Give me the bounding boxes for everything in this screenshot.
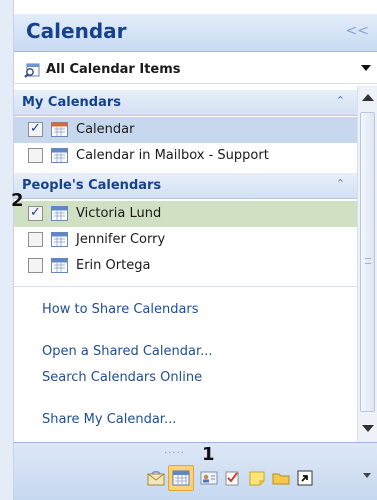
calendar-label: Calendar	[76, 122, 135, 137]
group-title: My Calendars	[22, 95, 122, 110]
left-border-strip	[0, 0, 14, 500]
chevron-down-icon[interactable]	[361, 65, 371, 71]
annotation-marker-2: 2	[11, 190, 24, 211]
annotation-marker-1: 1	[202, 444, 215, 465]
divider	[14, 286, 357, 287]
calendar-icon	[51, 122, 68, 137]
link-search-calendars-online[interactable]: Search Calendars Online	[42, 370, 202, 385]
list-item-calendar[interactable]: ✓ Calendar	[14, 117, 357, 143]
calendar-icon	[51, 258, 68, 273]
shortcuts-icon[interactable]	[294, 467, 316, 489]
group-header-peoples-calendars[interactable]: People's Calendars ⌃	[14, 173, 357, 199]
calendar-icon	[51, 148, 68, 163]
collapse-group-icon[interactable]: ⌃	[336, 94, 345, 107]
folder-icon[interactable]	[270, 467, 292, 489]
calendar-navigation-pane: Calendar << All Calendar Items My Calend…	[0, 0, 377, 500]
resize-grip[interactable]: .....	[164, 445, 185, 456]
scroll-down-icon[interactable]	[362, 425, 374, 432]
calendar-checkbox[interactable]	[28, 258, 43, 273]
calendar-icon	[51, 232, 68, 247]
calendar-checkbox[interactable]	[28, 232, 43, 247]
calendar-icon[interactable]	[168, 465, 194, 491]
link-open-shared-calendar[interactable]: Open a Shared Calendar...	[42, 344, 213, 359]
bottom-navigation-bar: .....	[14, 442, 377, 500]
calendar-label: Victoria Lund	[76, 206, 162, 221]
calendar-checkbox[interactable]: ✓	[28, 205, 43, 221]
notes-icon[interactable]	[246, 467, 268, 489]
contacts-icon[interactable]	[198, 467, 220, 489]
view-label: All Calendar Items	[46, 62, 181, 77]
view-selector[interactable]: All Calendar Items	[14, 56, 377, 84]
scroll-up-icon[interactable]	[362, 94, 374, 101]
calendar-label: Jennifer Corry	[76, 232, 166, 247]
search-calendar-icon	[24, 62, 40, 78]
list-item-jennifer-corry[interactable]: Jennifer Corry	[14, 227, 357, 253]
list-item-erin-ortega[interactable]: Erin Ortega	[14, 253, 357, 279]
calendar-label: Erin Ortega	[76, 258, 151, 273]
pane-header: Calendar <<	[14, 14, 377, 52]
list-item-victoria-lund[interactable]: ✓ Victoria Lund	[14, 201, 357, 227]
calendar-icon	[51, 206, 68, 221]
link-share-my-calendar[interactable]: Share My Calendar...	[42, 412, 176, 427]
configure-buttons-icon[interactable]	[363, 473, 371, 478]
calendar-label: Calendar in Mailbox - Support	[76, 148, 269, 163]
collapse-group-icon[interactable]: ⌃	[336, 177, 345, 190]
scroll-thumb[interactable]	[360, 112, 375, 412]
list-item-calendar-mailbox-support[interactable]: Calendar in Mailbox - Support	[14, 143, 357, 169]
group-header-my-calendars[interactable]: My Calendars ⌃	[14, 90, 357, 116]
pane-title: Calendar	[26, 19, 127, 43]
calendar-checkbox[interactable]: ✓	[28, 121, 43, 137]
link-how-to-share-calendars[interactable]: How to Share Calendars	[42, 302, 199, 317]
mail-icon[interactable]	[145, 467, 167, 489]
calendar-checkbox[interactable]	[28, 148, 43, 163]
collapse-pane-icon[interactable]: <<	[346, 23, 369, 39]
grip-icon	[365, 258, 371, 264]
vertical-scrollbar[interactable]	[357, 86, 377, 442]
calendar-list: My Calendars ⌃ ✓ Calendar Calendar in Ma…	[14, 86, 357, 442]
tasks-icon[interactable]	[222, 467, 244, 489]
group-title: People's Calendars	[22, 178, 162, 193]
